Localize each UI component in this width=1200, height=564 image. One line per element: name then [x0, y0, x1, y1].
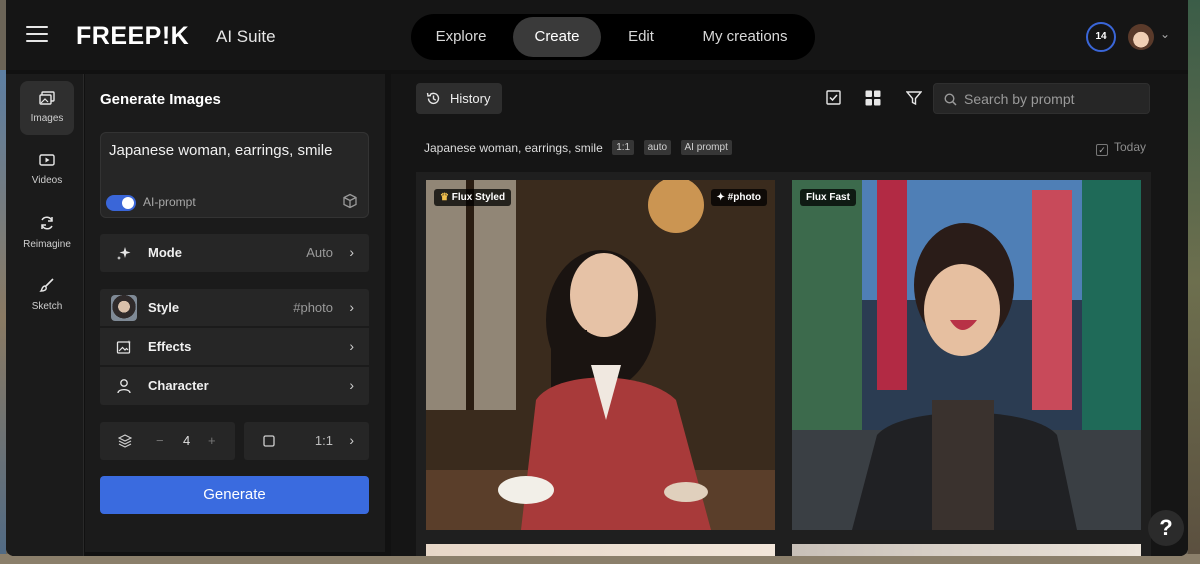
- logo[interactable]: FREEP!K: [76, 22, 189, 51]
- nav-tab-create[interactable]: Create: [513, 17, 601, 57]
- images-icon: [39, 91, 55, 105]
- results-area: History Japanese woman, earrings, smile …: [391, 74, 1188, 556]
- prompt-text[interactable]: Japanese woman, earrings, smile: [109, 142, 332, 159]
- history-label: History: [450, 91, 491, 106]
- search-input[interactable]: [964, 89, 1144, 109]
- app-window: FREEP!K AI Suite Explore Create Edit My …: [6, 0, 1188, 556]
- image-count-stepper: − 4 +: [100, 422, 235, 460]
- chip-mode: auto: [643, 140, 672, 156]
- portrait-illustration: [792, 180, 1141, 530]
- decrement-button[interactable]: −: [156, 433, 164, 448]
- image-gallery: ♛ Flux Styled ✦ #photo Flux Fast: [416, 172, 1151, 556]
- cube-icon[interactable]: [342, 193, 358, 209]
- rail-item-sketch[interactable]: Sketch: [20, 267, 74, 321]
- mode-selector[interactable]: Mode Auto ›: [100, 234, 369, 272]
- prompt-input[interactable]: Japanese woman, earrings, smile AI-promp…: [100, 132, 369, 218]
- avatar[interactable]: [1128, 24, 1154, 50]
- history-button[interactable]: History: [416, 83, 502, 114]
- grid-view-icon[interactable]: [865, 90, 881, 106]
- rail-label-videos: Videos: [31, 175, 63, 186]
- character-selector[interactable]: Character ›: [100, 367, 369, 405]
- nav-tab-edit[interactable]: Edit: [607, 17, 675, 57]
- sparkle-icon: [117, 247, 131, 260]
- nav-tab-explore[interactable]: Explore: [415, 17, 507, 57]
- chevron-right-icon: ›: [349, 377, 354, 393]
- suite-label: AI Suite: [216, 27, 276, 46]
- model-badge: ♛ Flux Styled: [434, 189, 512, 206]
- sparkle-icon: ✦: [716, 192, 725, 203]
- main-nav: Explore Create Edit My creations: [411, 14, 815, 60]
- chevron-right-icon: ›: [349, 338, 354, 354]
- aspect-ratio-value: 1:1: [314, 433, 333, 448]
- image-count-value: 4: [183, 433, 191, 448]
- generate-button[interactable]: Generate: [100, 476, 369, 514]
- rail-item-images[interactable]: Images: [20, 81, 74, 135]
- character-label: Character: [148, 378, 209, 393]
- today-filter[interactable]: ✓ Today: [1095, 140, 1146, 156]
- style-selector[interactable]: Style #photo ›: [100, 289, 369, 327]
- user-icon: [117, 379, 131, 394]
- model-badge-label: Flux Styled: [451, 192, 506, 203]
- rail-label-images: Images: [30, 113, 64, 124]
- model-badge: Flux Fast: [800, 189, 856, 206]
- checkbox-icon[interactable]: ✓: [1095, 144, 1108, 156]
- rail-label-reimagine: Reimagine: [23, 239, 71, 250]
- crown-icon: ♛: [440, 192, 449, 203]
- generation-meta: Japanese woman, earrings, smile 1:1 auto…: [424, 139, 732, 157]
- chevron-down-icon[interactable]: ⌄: [1160, 27, 1170, 41]
- search-icon: [944, 93, 957, 106]
- effects-label: Effects: [148, 339, 192, 354]
- generate-panel: Generate Images Japanese woman, earrings…: [85, 74, 385, 552]
- style-value: #photo: [293, 300, 333, 315]
- generated-image[interactable]: Flux Fast: [792, 180, 1141, 530]
- style-label: Style: [148, 300, 180, 315]
- credits-badge[interactable]: 14: [1086, 22, 1116, 52]
- ai-prompt-label: AI-prompt: [143, 195, 196, 209]
- rail-item-reimagine[interactable]: Reimagine: [20, 205, 74, 259]
- ai-prompt-toggle[interactable]: [106, 195, 136, 211]
- square-icon: [263, 435, 275, 447]
- help-button[interactable]: ?: [1148, 510, 1184, 546]
- style-badge-label: #photo: [727, 192, 761, 203]
- nav-tab-my-creations[interactable]: My creations: [681, 17, 809, 57]
- chevron-right-icon: ›: [349, 432, 354, 448]
- generated-image-next[interactable]: [426, 544, 775, 556]
- style-badge: ✦ #photo: [710, 189, 767, 206]
- portrait-illustration: [426, 180, 775, 530]
- background-right: [1188, 0, 1200, 564]
- generation-prompt: Japanese woman, earrings, smile: [424, 140, 603, 155]
- mode-label: Mode: [148, 245, 182, 260]
- aspect-ratio-selector[interactable]: 1:1 ›: [244, 422, 369, 460]
- style-thumbnail: [111, 295, 137, 321]
- chevron-right-icon: ›: [349, 299, 354, 315]
- chip-ai-prompt: AI prompt: [680, 140, 732, 156]
- brush-icon: [39, 278, 54, 292]
- reimagine-icon: [41, 216, 53, 230]
- menu-icon[interactable]: [26, 26, 48, 44]
- select-checkbox-icon[interactable]: [826, 90, 841, 105]
- effects-selector[interactable]: Effects ›: [100, 328, 369, 366]
- increment-button[interactable]: +: [208, 433, 216, 448]
- history-icon: [426, 92, 440, 105]
- effects-icon: [116, 340, 131, 354]
- layers-icon: [118, 434, 132, 448]
- panel-title: Generate Images: [100, 91, 221, 108]
- search-bar: [933, 83, 1150, 114]
- chevron-right-icon: ›: [349, 244, 354, 260]
- chip-ratio: 1:1: [612, 140, 635, 156]
- video-icon: [39, 154, 55, 166]
- today-label: Today: [1113, 140, 1146, 154]
- filter-icon[interactable]: [906, 90, 922, 106]
- rail-item-videos[interactable]: Videos: [20, 143, 74, 197]
- mode-value: Auto: [306, 245, 333, 260]
- generated-image-next[interactable]: [792, 544, 1141, 556]
- tool-rail: Images Videos Reimagine Sketch: [6, 74, 84, 556]
- generated-image[interactable]: ♛ Flux Styled ✦ #photo: [426, 180, 775, 530]
- rail-label-sketch: Sketch: [31, 301, 63, 312]
- top-bar: FREEP!K AI Suite Explore Create Edit My …: [6, 0, 1188, 70]
